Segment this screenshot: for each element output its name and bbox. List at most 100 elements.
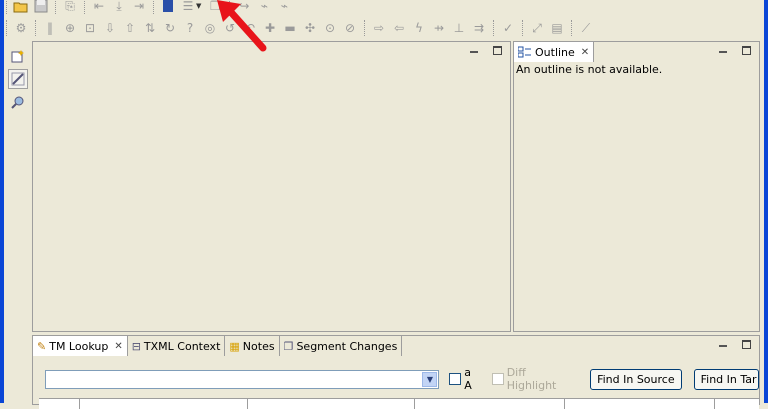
open-folder-icon[interactable] (13, 0, 29, 14)
toolbar-separator (35, 19, 37, 36)
tag-alt-icon[interactable]: ⌁ (276, 0, 292, 14)
editor-perspective-icon[interactable] (8, 69, 28, 89)
chevron-down-icon[interactable]: ▼ (422, 371, 438, 387)
export-icon[interactable]: ⇦ (391, 20, 407, 36)
diff-highlight-label: Diff Highlight (506, 366, 557, 392)
window-frame-left (0, 0, 4, 403)
copy-source-icon[interactable]: ⊡ (82, 20, 98, 36)
tab-segment-changes-label: Segment Changes (296, 339, 398, 353)
match-case-label: a A (464, 366, 472, 392)
tab-segment-changes[interactable]: ❐ Segment Changes (280, 336, 403, 356)
split-icon[interactable]: ‖ (42, 20, 58, 36)
search-combo[interactable]: ▼ (45, 369, 440, 389)
tag-icon[interactable]: ⌁ (256, 0, 272, 14)
spellcheck-icon[interactable]: ✓ (500, 20, 516, 36)
anchor-icon[interactable]: ⊥ (451, 20, 467, 36)
editor-area[interactable] (32, 41, 511, 332)
results-table-header (39, 398, 759, 409)
changes-icon: ❐ (283, 339, 294, 353)
chart-icon[interactable]: ⟋ (578, 20, 594, 36)
outline-view: Outline ✕ An outline is not available. (513, 41, 760, 332)
arrow-down-icon[interactable]: ⇩ (102, 20, 118, 36)
toolbar-separator (6, 0, 8, 14)
notes-icon: ▦ (229, 339, 240, 353)
help-icon[interactable]: ? (182, 20, 198, 36)
toolbar-separator (84, 0, 86, 14)
main-toolbar-bottom: ⚙ ‖ ⊕ ⊡ ⇩ ⇧ ⇅ ↻ ? ◎ ↺ ↶ ✚ ▬ ✣ ⊙ ⊘ ⇨ ⇦ ϟ … (4, 17, 764, 38)
jump-icon[interactable]: ⇸ (431, 20, 447, 36)
toolbar-separator (6, 19, 8, 36)
book-icon[interactable] (160, 0, 176, 14)
pencil-icon: ✎ (37, 339, 47, 353)
toolbar-separator (229, 0, 231, 14)
tab-tm-lookup-label: TM Lookup (49, 339, 109, 353)
download-icon[interactable]: ⤓ (111, 0, 127, 14)
refresh-icon[interactable]: ↺ (222, 20, 238, 36)
next-icon[interactable]: ⇉ (471, 20, 487, 36)
toolbar-separator (55, 0, 57, 14)
tab-txml-context[interactable]: ⊟ TXML Context (128, 336, 226, 356)
lock-icon[interactable]: ⊙ (322, 20, 338, 36)
document-icon[interactable]: ⎘ (62, 0, 78, 14)
find-in-source-button[interactable]: Find In Source (590, 368, 682, 390)
minimize-icon[interactable] (718, 46, 728, 56)
fit-icon[interactable]: ⤢ (529, 20, 545, 36)
redo-icon[interactable]: ↻ (162, 20, 178, 36)
indent-left-icon[interactable]: ⇤ (91, 0, 107, 14)
toolbar-separator (493, 19, 495, 36)
arrow-up-icon[interactable]: ⇧ (122, 20, 138, 36)
page-icon[interactable]: ❐ (207, 0, 223, 14)
column-divider (247, 399, 248, 409)
perspective-bar (8, 46, 28, 115)
diff-highlight-option[interactable]: Diff Highlight (491, 366, 578, 392)
plus-icon[interactable]: ✚ (262, 20, 278, 36)
report-icon[interactable]: ▤ (549, 20, 565, 36)
tab-notes[interactable]: ▦ Notes (225, 336, 280, 356)
toolbar-separator (571, 19, 573, 36)
tab-tm-lookup[interactable]: ✎ TM Lookup ✕ (33, 336, 128, 356)
network-icon[interactable]: ✣ (302, 20, 318, 36)
merge-icon[interactable]: ⊕ (62, 20, 78, 36)
find-in-target-button[interactable]: Find In Tar (693, 368, 760, 390)
minus-icon[interactable]: ▬ (282, 20, 298, 36)
toolbar-separator (522, 19, 524, 36)
bottom-tab-row: ✎ TM Lookup ✕ ⊟ TXML Context ▦ Notes ❐ S… (33, 336, 403, 356)
match-case-option[interactable]: a A (449, 366, 481, 392)
lightning-icon[interactable]: ϟ (411, 20, 427, 36)
diff-highlight-checkbox[interactable] (491, 373, 504, 385)
toolbar-separator (153, 0, 155, 14)
minimize-icon[interactable] (718, 340, 728, 350)
column-divider (79, 399, 80, 409)
swap-icon[interactable]: ⇅ (142, 20, 158, 36)
unlock-icon[interactable]: ⊘ (342, 20, 358, 36)
editor-pane-controls (469, 46, 502, 56)
forward-icon[interactable]: ↪ (236, 0, 252, 14)
bottom-pane-controls (718, 340, 751, 350)
maximize-icon[interactable] (742, 340, 751, 349)
maximize-icon[interactable] (493, 46, 502, 55)
save-icon[interactable] (33, 0, 49, 14)
close-icon[interactable]: ✕ (581, 47, 589, 58)
gear-icon[interactable]: ⚙ (13, 20, 29, 36)
minimize-icon[interactable] (469, 46, 479, 56)
chevron-down-icon[interactable]: ▼ (196, 2, 201, 10)
indent-right-icon[interactable]: ⇥ (131, 0, 147, 14)
context-icon: ⊟ (131, 339, 141, 353)
close-icon[interactable]: ✕ (114, 341, 122, 352)
review-perspective-icon[interactable] (8, 92, 28, 112)
circle-icon[interactable]: ◎ (202, 20, 218, 36)
undo-icon[interactable]: ↶ (242, 20, 258, 36)
bottom-panel: ✎ TM Lookup ✕ ⊟ TXML Context ▦ Notes ❐ S… (32, 335, 760, 409)
column-divider (714, 399, 715, 409)
list-icon[interactable]: ☰ (180, 0, 196, 14)
insert-icon[interactable]: ⇨ (371, 20, 387, 36)
tab-notes-label: Notes (242, 339, 275, 353)
outline-pane-controls (718, 46, 751, 56)
open-perspective-icon[interactable] (8, 46, 28, 66)
match-case-checkbox[interactable] (449, 373, 462, 385)
outline-tab-row: Outline ✕ (514, 42, 595, 62)
tab-txml-context-label: TXML Context (143, 339, 221, 353)
tab-outline[interactable]: Outline ✕ (514, 42, 595, 62)
column-divider (414, 399, 415, 409)
maximize-icon[interactable] (742, 46, 751, 55)
